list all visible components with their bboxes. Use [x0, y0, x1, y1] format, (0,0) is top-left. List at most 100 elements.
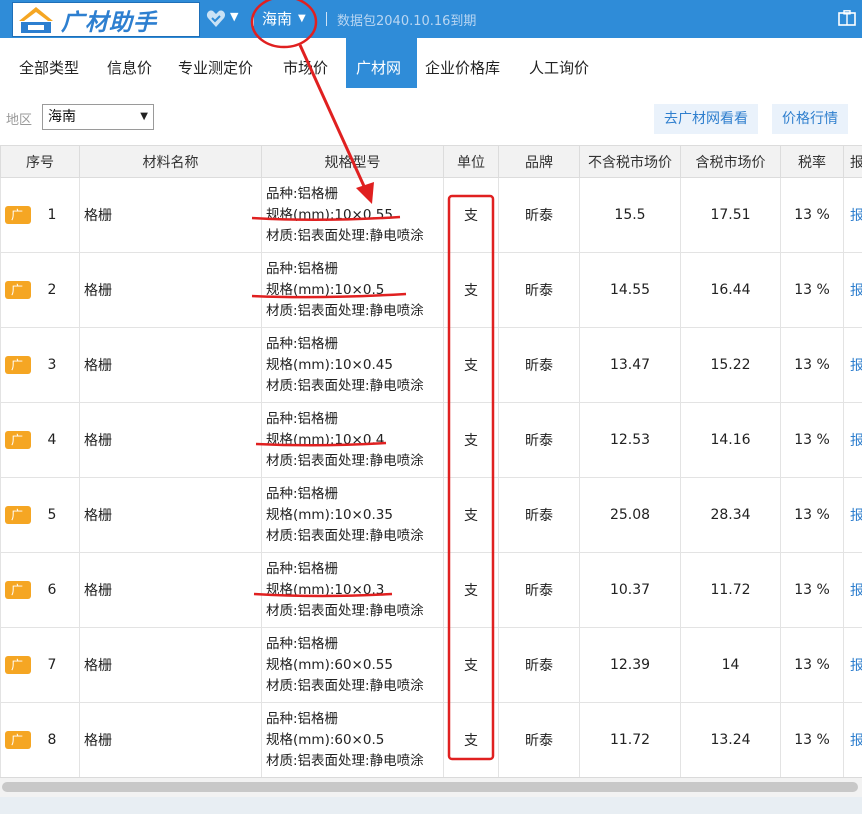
cell-price-ex-tax: 12.39: [579, 627, 681, 703]
guangcai-tag-icon: 广: [5, 581, 31, 599]
price-table: 序号 材料名称 规格型号 单位 品牌 不含税市场价 含税市场价 税率 报 广1格…: [0, 145, 862, 777]
spec-variety: 品种:铝格栅: [266, 485, 339, 502]
cell-material-name: 格栅: [79, 477, 262, 553]
tab-professional-price[interactable]: 专业测定价: [170, 38, 261, 88]
area-select[interactable]: 海南 ▼: [42, 104, 154, 130]
cell-seq: 广5: [0, 477, 80, 553]
tab-market-price[interactable]: 市场价: [275, 38, 336, 88]
cell-tax-rate: 13 %: [780, 327, 844, 403]
cell-spec: 品种:铝格栅 规格(mm):10×0.35 材质:铝表面处理:静电喷涂: [261, 477, 444, 553]
cell-tax-rate: 13 %: [780, 552, 844, 628]
table-row[interactable]: 广 5 格栅 品种:铝格栅 规格(mm):10×0.35 材质:铝表面处理:静电喷涂支昕泰…: [0, 477, 862, 553]
cell-report: 报: [843, 402, 862, 478]
cell-material-name: 格栅: [79, 702, 262, 777]
app-logo: 广材助手: [12, 2, 200, 37]
logo-icon: [19, 6, 53, 33]
chevron-down-icon: ▼: [298, 13, 306, 24]
category-tabs: 全部类型 信息价 专业测定价 市场价 广材网 企业价格库 人工询价: [0, 38, 862, 89]
cell-brand: 昕泰: [498, 627, 580, 703]
header-spec[interactable]: 规格型号: [261, 145, 444, 178]
table-row[interactable]: 广 8 格栅 品种:铝格栅 规格(mm):60×0.5 材质:铝表面处理:静电喷涂支昕泰 1…: [0, 702, 862, 777]
package-expiry-text: 数据包2040.10.16到期: [337, 14, 477, 29]
seq-number: 8: [47, 732, 57, 748]
table-row[interactable]: 广 2 格栅 品种:铝格栅 规格(mm):10×0.5 材质:铝表面处理:静电喷涂支昕泰 1…: [0, 252, 862, 328]
spec-material: 材质:铝表面处理:静电喷涂: [266, 302, 424, 319]
header-price-ex-tax[interactable]: 不含税市场价: [579, 145, 681, 178]
spec-size: 规格(mm):60×0.5: [266, 731, 385, 748]
seq-number: 4: [47, 432, 57, 448]
header-unit[interactable]: 单位: [443, 145, 499, 178]
report-link[interactable]: 报: [850, 583, 862, 599]
tab-info-price[interactable]: 信息价: [99, 38, 160, 88]
cell-unit: 支: [443, 477, 499, 553]
header-name[interactable]: 材料名称: [79, 145, 262, 178]
cell-spec: 品种:铝格栅 规格(mm):10×0.3 材质:铝表面处理:静电喷涂: [261, 552, 444, 628]
region-selector[interactable]: 海南 ▼: [262, 8, 306, 29]
report-link[interactable]: 报: [850, 658, 862, 674]
cell-brand: 昕泰: [498, 252, 580, 328]
table-row[interactable]: 广 7 格栅 品种:铝格栅 规格(mm):60×0.55 材质:铝表面处理:静电喷涂支昕泰…: [0, 627, 862, 703]
chevron-down-icon[interactable]: ▼: [230, 10, 238, 23]
cell-report: 报: [843, 477, 862, 553]
header-brand[interactable]: 品牌: [498, 145, 580, 178]
cell-report: 报: [843, 177, 862, 253]
spec-material: 材质:铝表面处理:静电喷涂: [266, 752, 424, 769]
cell-unit: 支: [443, 177, 499, 253]
guangcai-tag-icon: 广: [5, 431, 31, 449]
table-header-row: 序号 材料名称 规格型号 单位 品牌 不含税市场价 含税市场价 税率 报: [0, 145, 862, 178]
guangcai-tag-icon: 广: [5, 206, 31, 224]
table-row[interactable]: 广 4 格栅 品种:铝格栅 规格(mm):10×0.4 材质:铝表面处理:静电喷涂支昕泰 1…: [0, 402, 862, 478]
guangcai-tag-icon: 广: [5, 506, 31, 524]
cell-brand: 昕泰: [498, 327, 580, 403]
report-link[interactable]: 报: [850, 508, 862, 524]
spec-variety: 品种:铝格栅: [266, 635, 339, 652]
header-report[interactable]: 报: [843, 145, 862, 178]
report-link[interactable]: 报: [850, 208, 862, 224]
guangcai-tag-icon: 广: [5, 281, 31, 299]
header-seq[interactable]: 序号: [0, 145, 80, 178]
spec-variety: 品种:铝格栅: [266, 260, 339, 277]
goto-guangcai-button[interactable]: 去广材网看看: [654, 104, 758, 134]
spec-size: 规格(mm):10×0.35: [266, 506, 393, 523]
header-tax-rate[interactable]: 税率: [780, 145, 844, 178]
cell-report: 报: [843, 627, 862, 703]
cell-material-name: 格栅: [79, 402, 262, 478]
chevron-down-icon: ▼: [140, 111, 148, 122]
cell-seq: 广7: [0, 627, 80, 703]
header-price-inc-tax[interactable]: 含税市场价: [680, 145, 781, 178]
spec-size: 规格(mm):10×0.5: [266, 281, 385, 298]
tab-all-types[interactable]: 全部类型: [11, 38, 87, 88]
cell-seq: 广2: [0, 252, 80, 328]
spec-material: 材质:铝表面处理:静电喷涂: [266, 677, 424, 694]
cell-seq: 广3: [0, 327, 80, 403]
cell-tax-rate: 13 %: [780, 252, 844, 328]
window-icon[interactable]: [838, 10, 856, 26]
tab-manual-inquiry[interactable]: 人工询价: [521, 38, 597, 88]
table-row[interactable]: 广 1 格栅 品种:铝格栅 规格(mm):10×0.55 材质:铝表面处理:静电喷涂支昕泰…: [0, 177, 862, 253]
table-row[interactable]: 广 3 格栅 品种:铝格栅 规格(mm):10×0.45 材质:铝表面处理:静电喷涂支昕泰…: [0, 327, 862, 403]
report-link[interactable]: 报: [850, 433, 862, 449]
divider: [253, 12, 254, 26]
filter-bar: 地区 海南 ▼ 去广材网看看 价格行情: [0, 88, 862, 144]
tab-guangcai-net[interactable]: 广材网: [346, 38, 417, 88]
table-row[interactable]: 广 6 格栅 品种:铝格栅 规格(mm):10×0.3 材质:铝表面处理:静电喷涂支昕泰 1…: [0, 552, 862, 628]
horizontal-scrollbar[interactable]: [0, 777, 862, 798]
report-link[interactable]: 报: [850, 358, 862, 374]
cell-material-name: 格栅: [79, 327, 262, 403]
price-trend-button[interactable]: 价格行情: [772, 104, 848, 134]
report-link[interactable]: 报: [850, 283, 862, 299]
spec-size: 规格(mm):10×0.45: [266, 356, 393, 373]
heart-icon[interactable]: [205, 8, 227, 30]
report-link[interactable]: 报: [850, 733, 862, 749]
cell-report: 报: [843, 552, 862, 628]
cell-report: 报: [843, 702, 862, 777]
cell-material-name: 格栅: [79, 627, 262, 703]
cell-unit: 支: [443, 552, 499, 628]
cell-seq: 广6: [0, 552, 80, 628]
cell-spec: 品种:铝格栅 规格(mm):10×0.45 材质:铝表面处理:静电喷涂: [261, 327, 444, 403]
cell-price-ex-tax: 11.72: [579, 702, 681, 777]
area-label: 地区: [6, 113, 33, 128]
scrollbar-thumb[interactable]: [2, 782, 858, 792]
status-bar: [0, 797, 862, 814]
tab-enterprise-price-lib[interactable]: 企业价格库: [417, 38, 508, 88]
